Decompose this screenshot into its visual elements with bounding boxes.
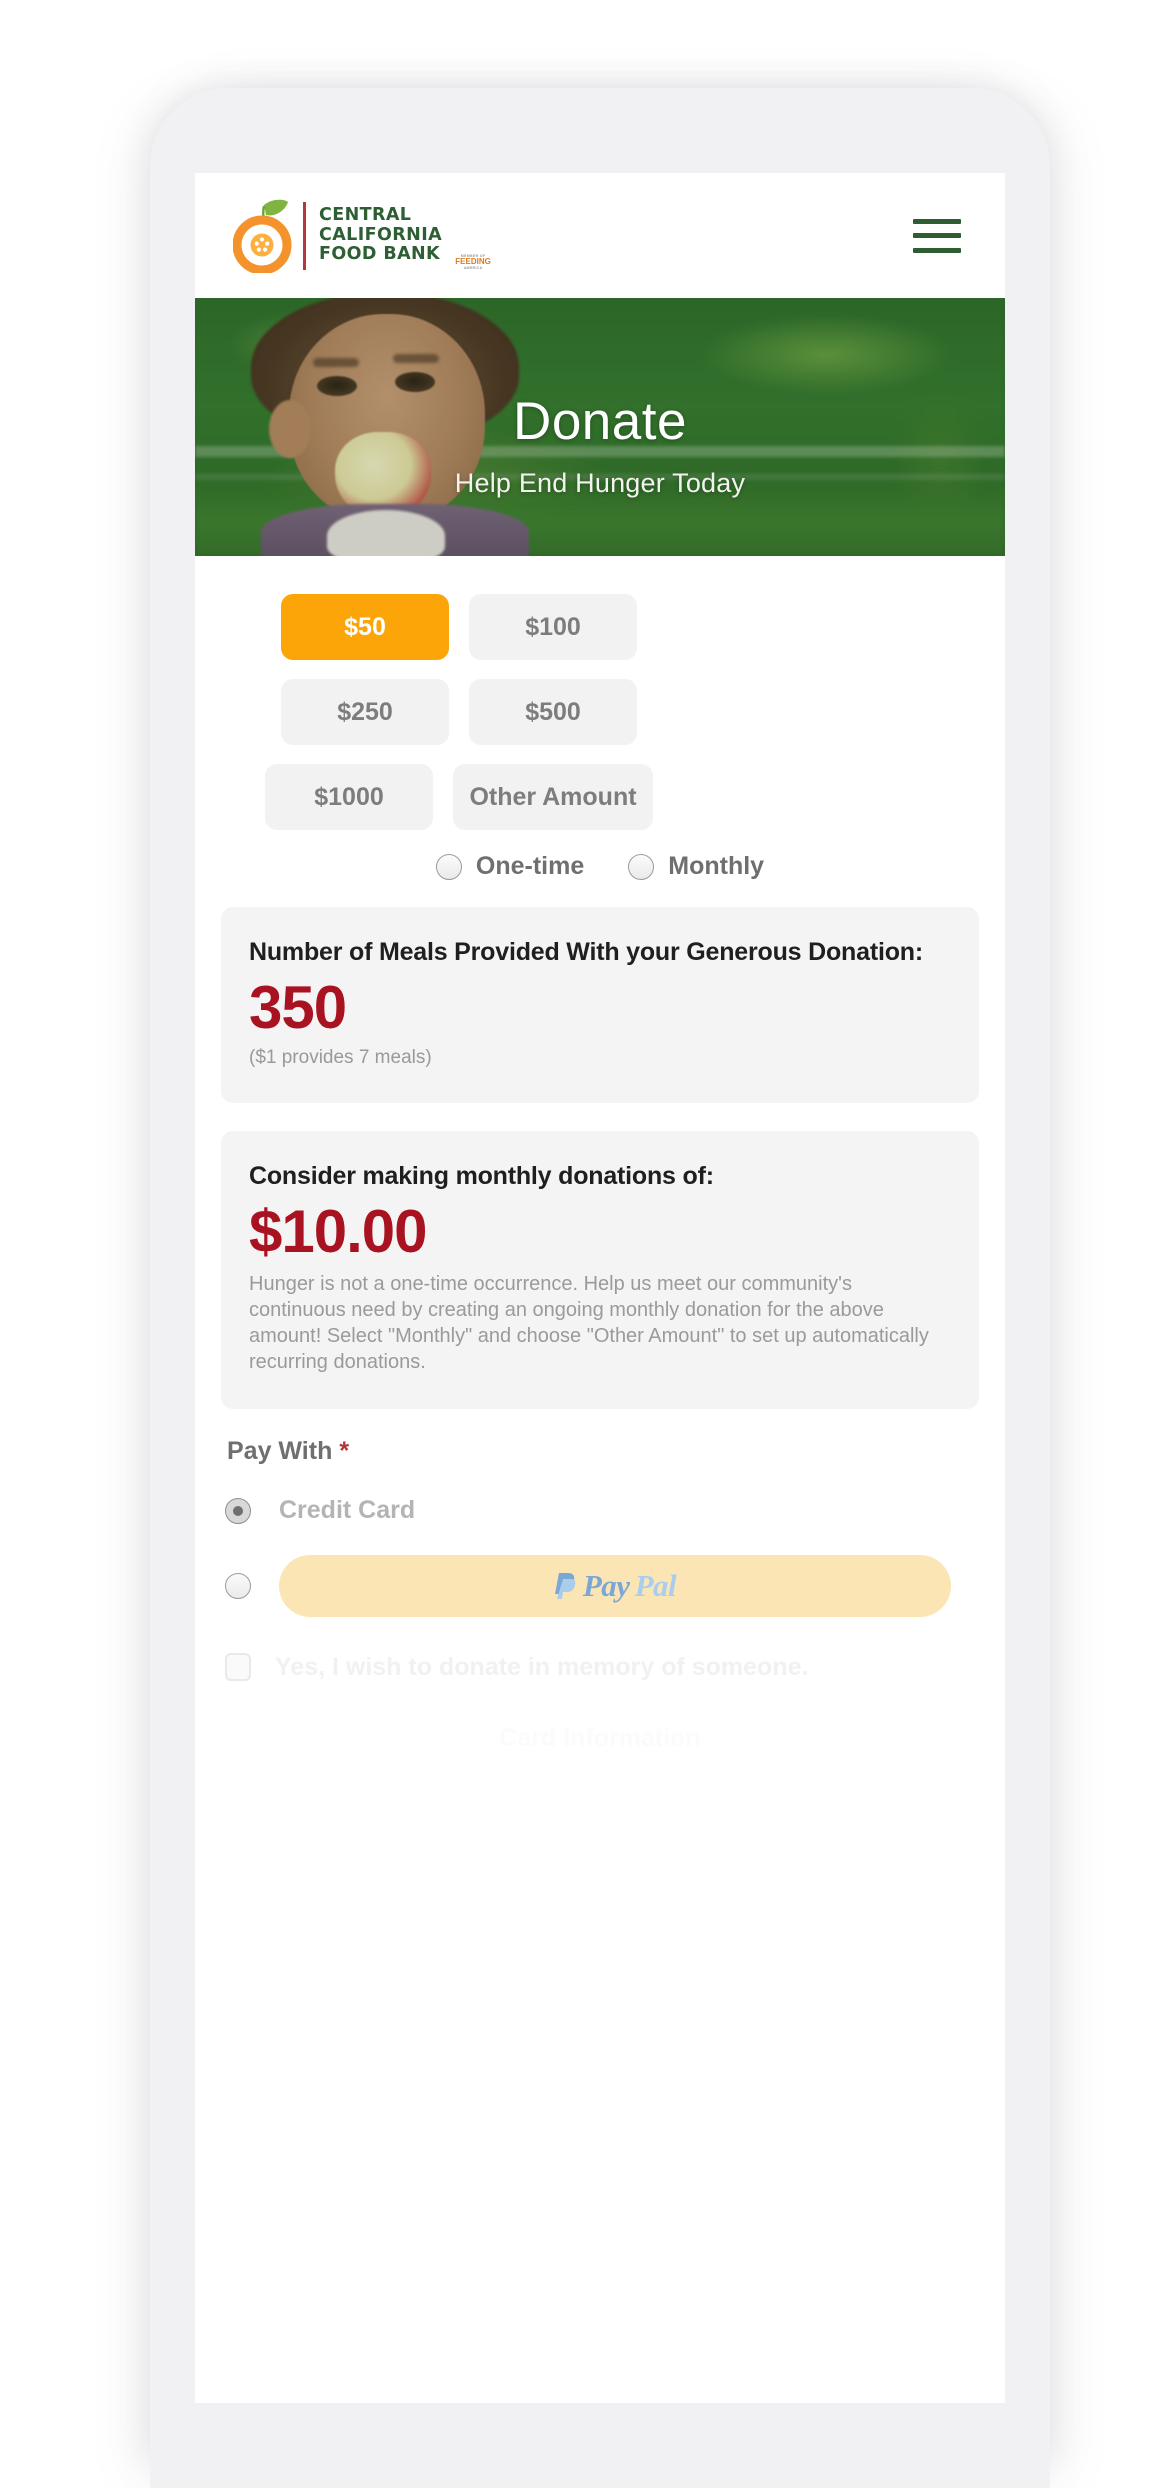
memorial-donation-label: Yes, I wish to donate in memory of someo… <box>275 1653 809 1681</box>
meals-card-heading: Number of Meals Provided With your Gener… <box>249 938 923 966</box>
amount-button-100[interactable]: $100 <box>469 594 637 660</box>
amount-row: $50 $100 <box>221 594 979 660</box>
amount-button-other[interactable]: Other Amount <box>453 764 653 830</box>
paypal-text-pay: Pay <box>582 1568 630 1603</box>
partner-big-text: FEEDING <box>455 256 491 266</box>
card-information-heading: Card Information <box>499 1724 701 1752</box>
amount-button-500[interactable]: $500 <box>469 679 637 745</box>
frequency-option-monthly[interactable]: Monthly <box>628 852 764 881</box>
logo-line-2: CALIFORNIA <box>319 224 443 245</box>
radio-one-time-icon[interactable] <box>435 853 462 880</box>
amount-button-50[interactable]: $50 <box>281 594 449 660</box>
monthly-card-paragraph: Hunger is not a one-time occurrence. Hel… <box>249 1273 929 1373</box>
paypal-text-pal: Pal <box>634 1568 677 1603</box>
hamburger-bar-3 <box>913 247 961 253</box>
bottom-fade-overlay <box>195 2103 1005 2403</box>
monthly-donation-card: Consider making monthly donations of: $1… <box>221 1131 979 1409</box>
meals-count-value: 350 <box>249 974 347 1041</box>
logo-wordmark: CENTRAL CALIFORNIA FOOD BANK <box>319 206 442 265</box>
paypal-button[interactable]: Pay Pal <box>279 1555 951 1617</box>
site-header: CENTRAL CALIFORNIA FOOD BANK MEMBER OF F… <box>195 173 1005 298</box>
radio-credit-card-icon[interactable] <box>225 1497 251 1524</box>
hamburger-menu-icon[interactable] <box>913 218 961 253</box>
meals-rate-note: ($1 provides 7 meals) <box>249 1047 432 1068</box>
amount-button-250[interactable]: $250 <box>281 679 449 745</box>
frequency-option-one-time[interactable]: One-time <box>435 852 585 881</box>
meals-provided-card: Number of Meals Provided With your Gener… <box>221 907 979 1103</box>
site-logo[interactable]: CENTRAL CALIFORNIA FOOD BANK MEMBER OF F… <box>232 199 497 274</box>
hamburger-bar-1 <box>913 218 961 224</box>
donation-amount-grid: $50 $100 $250 $500 $1000 Other Amount <box>221 556 979 830</box>
hamburger-bar-2 <box>913 233 961 238</box>
amount-row: $1000 Other Amount <box>221 764 979 830</box>
feeding-america-badge: MEMBER OF FEEDING AMERICA <box>449 253 497 271</box>
logo-divider <box>303 201 306 270</box>
pay-with-text: Pay With <box>227 1437 333 1465</box>
logo-line-1: CENTRAL <box>319 205 412 226</box>
logo-line-3: FOOD BANK <box>319 244 441 265</box>
monthly-card-heading: Consider making monthly donations of: <box>249 1162 714 1190</box>
frequency-label-one-time: One-time <box>475 852 585 880</box>
frequency-label-monthly: Monthly <box>668 852 765 880</box>
orange-logo-icon <box>232 199 295 274</box>
credit-card-label: Credit Card <box>279 1496 416 1524</box>
pay-with-label: Pay With * <box>227 1437 979 1466</box>
phone-screen: CENTRAL CALIFORNIA FOOD BANK MEMBER OF F… <box>195 173 1005 2403</box>
payment-option-credit-card[interactable]: Credit Card <box>221 1496 979 1525</box>
amount-row: $250 $500 <box>221 679 979 745</box>
page-title: Donate <box>513 392 687 451</box>
hero-banner: Donate Help End Hunger Today <box>195 298 1005 556</box>
paypal-logo: Pay Pal <box>554 1568 677 1604</box>
checkbox-memorial-icon[interactable] <box>225 1653 251 1681</box>
frequency-selector: One-time Monthly <box>221 852 979 881</box>
hero-subtitle: Help End Hunger Today <box>454 468 746 498</box>
memorial-donation-option[interactable]: Yes, I wish to donate in memory of someo… <box>221 1653 979 1682</box>
radio-monthly-icon[interactable] <box>628 853 655 880</box>
payment-option-paypal[interactable]: Pay Pal <box>221 1555 979 1617</box>
monthly-amount-value: $10.00 <box>249 1198 428 1265</box>
paypal-glyph-icon <box>554 1571 578 1601</box>
amount-button-1000[interactable]: $1000 <box>265 764 433 830</box>
required-asterisk: * <box>339 1437 350 1465</box>
radio-paypal-icon[interactable] <box>225 1573 251 1599</box>
